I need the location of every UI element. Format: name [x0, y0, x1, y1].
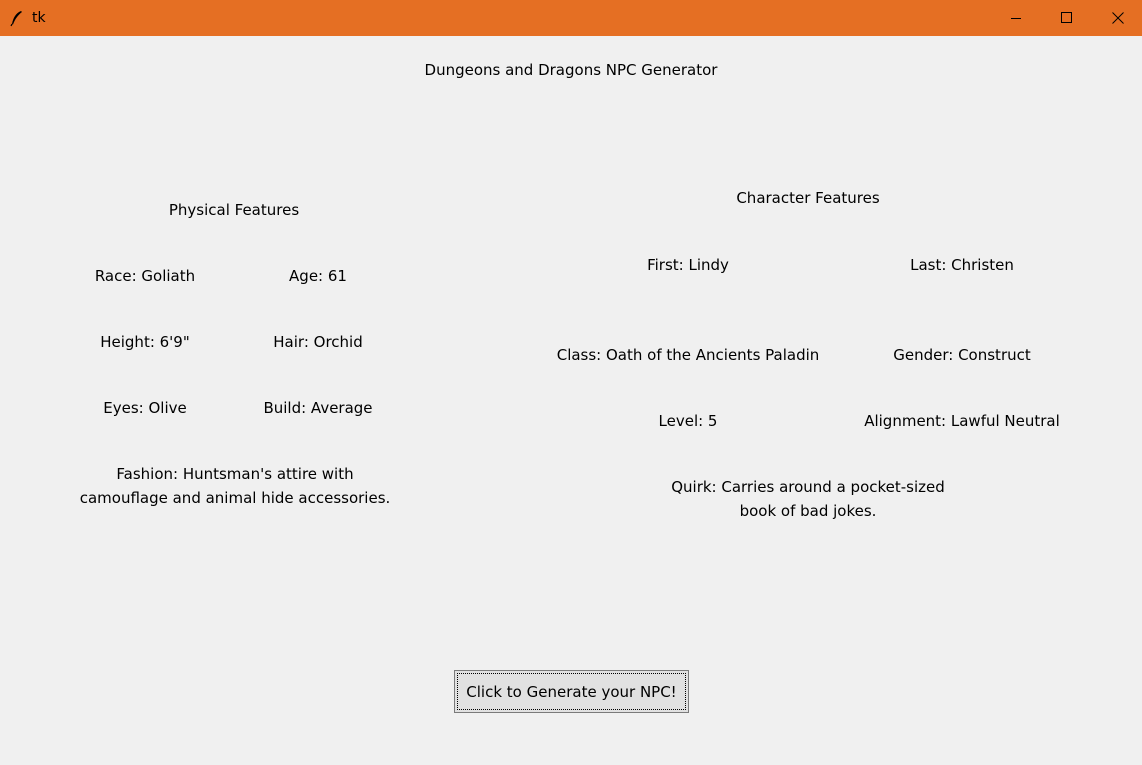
age-label: Age: 61 [289, 267, 347, 285]
hair-label: Hair: Orchid [273, 333, 363, 351]
fashion-label-line1: Fashion: Huntsman's attire with [116, 465, 354, 483]
eyes-label: Eyes: Olive [103, 399, 187, 417]
feather-icon [8, 9, 26, 27]
title-bar[interactable]: tk [0, 0, 1142, 36]
window-title: tk [32, 10, 46, 26]
quirk-label-line2: book of bad jokes. [739, 502, 877, 520]
generate-npc-button[interactable]: Click to Generate your NPC! [454, 670, 689, 713]
close-icon [1112, 12, 1124, 24]
race-label: Race: Goliath [94, 267, 196, 285]
height-label: Height: 6'9" [100, 333, 190, 351]
minimize-icon [1011, 18, 1021, 19]
last-name-label: Last: Christen [910, 256, 1014, 274]
app-heading: Dungeons and Dragons NPC Generator [424, 61, 718, 79]
minimize-button[interactable] [990, 0, 1042, 36]
class-label: Class: Oath of the Ancients Paladin [556, 346, 820, 364]
alignment-label: Alignment: Lawful Neutral [864, 412, 1060, 430]
quirk-label-line1: Quirk: Carries around a pocket-sized [671, 478, 945, 496]
fashion-label-line2: camouflage and animal hide accessories. [79, 489, 391, 507]
gender-label: Gender: Construct [893, 346, 1031, 364]
first-name-label: First: Lindy [647, 256, 729, 274]
build-label: Build: Average [263, 399, 373, 417]
close-button[interactable] [1092, 0, 1142, 36]
level-label: Level: 5 [658, 412, 718, 430]
maximize-button[interactable] [1040, 0, 1092, 36]
app-window: tk Dungeons and Dragons NPC Generator Ph… [0, 0, 1142, 765]
generate-npc-button-label: Click to Generate your NPC! [457, 673, 686, 710]
character-features-heading: Character Features [736, 189, 880, 207]
physical-features-heading: Physical Features [168, 201, 300, 219]
maximize-icon [1061, 12, 1072, 23]
